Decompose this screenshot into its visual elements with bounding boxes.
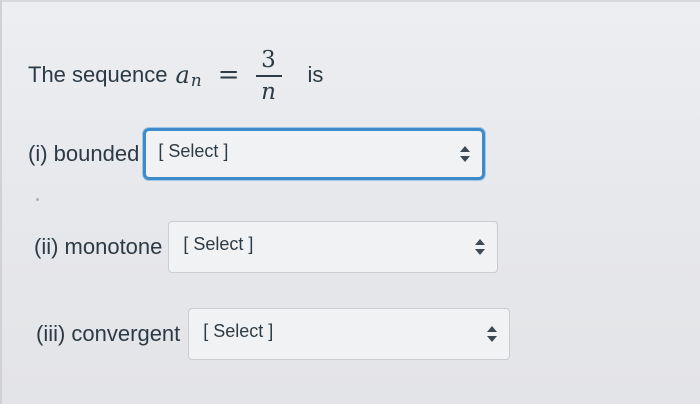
equals-sign: = — [217, 60, 240, 90]
question-tail-text: is — [307, 62, 324, 87]
convergent-label: (iii) convergent — [36, 321, 181, 346]
question-lead-text: The sequence — [28, 62, 168, 87]
bounded-select-value: [ Select ] — [158, 141, 229, 161]
sequence-subscript: n — [190, 71, 202, 91]
up-down-chevron-icon — [487, 326, 498, 342]
row-bounded: (i) bounded [ Select ] — [28, 128, 486, 180]
left-divider — [0, 0, 2, 404]
up-down-chevron-icon — [475, 239, 486, 255]
bounded-select[interactable]: [ Select ] — [143, 128, 486, 180]
row-convergent: (iii) convergent [ Select ] — [36, 308, 511, 360]
monotone-label: (ii) monotone — [34, 234, 163, 259]
fraction-numerator: 3 — [261, 46, 276, 73]
stray-mark — [36, 198, 39, 201]
convergent-select-value: [ Select ] — [203, 321, 274, 341]
bounded-label: (i) bounded — [28, 141, 140, 166]
convergent-select[interactable]: [ Select ] — [188, 308, 511, 360]
fraction-denominator: n — [261, 78, 276, 105]
row-monotone: (ii) monotone [ Select ] — [34, 221, 499, 273]
quiz-page: The sequence a n = 3 n is (i) bounded [ … — [0, 0, 700, 404]
question-statement: The sequence a n = 3 n is — [28, 40, 323, 110]
fraction: 3 n — [255, 46, 282, 105]
monotone-select-value: [ Select ] — [183, 234, 254, 254]
monotone-select[interactable]: [ Select ] — [168, 221, 499, 273]
top-divider — [0, 0, 700, 2]
sequence-variable: a — [175, 61, 190, 89]
up-down-chevron-icon — [460, 146, 471, 162]
fraction-bar — [255, 74, 282, 77]
